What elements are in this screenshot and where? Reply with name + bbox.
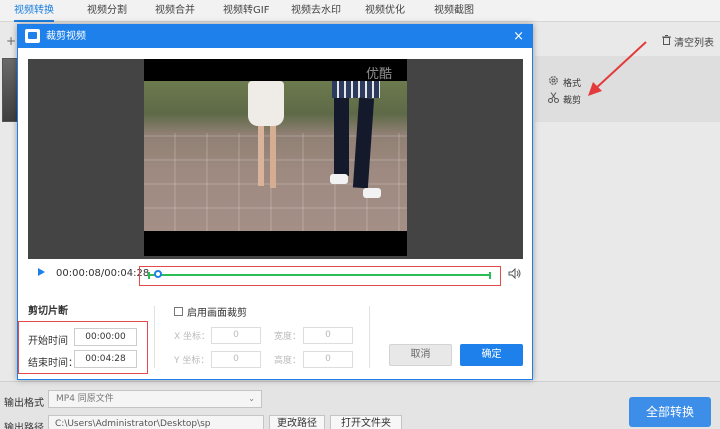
crop-option-label: 裁剪: [563, 95, 582, 106]
cut-time-group: 开始时间 00:00:00 结束时间： 00:04:28: [18, 321, 148, 374]
video-icon: [25, 29, 40, 43]
start-time-label: 开始时间: [28, 336, 68, 347]
dialog-title-bar: 裁剪视频 ×: [18, 25, 532, 48]
trim-start-handle[interactable]: [148, 272, 150, 279]
output-format-value: MP4 同原文件: [56, 394, 114, 404]
trash-icon: [662, 35, 671, 48]
tab-video-merge[interactable]: 视频合并: [155, 0, 195, 22]
video-scene: [144, 81, 407, 231]
convert-all-button[interactable]: 全部转换: [629, 397, 711, 427]
section-divider: [154, 306, 155, 368]
x-coord-label: X 坐标：: [174, 332, 211, 342]
video-watermark: 优酷: [366, 67, 393, 82]
cancel-button[interactable]: 取消: [389, 344, 452, 366]
change-path-button[interactable]: 更改路径: [269, 415, 325, 429]
clear-list-button[interactable]: 清空列表: [662, 34, 714, 49]
end-time-input[interactable]: 00:04:28: [74, 350, 137, 368]
end-time-label: 结束时间：: [28, 358, 78, 369]
cut-section-title: 剪切片断: [28, 306, 68, 317]
output-format-label: 输出格式: [4, 398, 44, 409]
start-time-input[interactable]: 00:00:00: [74, 328, 137, 346]
output-settings-bar: 输出格式 MP4 同原文件 ⌄ 输出路径 C:\Users\Administra…: [0, 381, 720, 429]
format-option-label: 格式: [563, 78, 582, 89]
y-coord-input[interactable]: 0: [211, 351, 261, 368]
video-frame: 优酷: [144, 59, 407, 256]
x-coord-input[interactable]: 0: [211, 327, 261, 344]
trim-track[interactable]: [148, 274, 491, 276]
chevron-down-icon: ⌄: [248, 394, 255, 403]
crop-option[interactable]: 裁剪: [548, 92, 581, 106]
scissors-icon: [548, 92, 559, 106]
output-format-select[interactable]: MP4 同原文件 ⌄: [48, 390, 262, 408]
width-input[interactable]: 0: [303, 327, 353, 344]
enable-crop-checkbox[interactable]: 启用画面裁剪: [174, 304, 247, 319]
volume-icon[interactable]: [508, 268, 521, 279]
output-path-label: 输出路径: [4, 423, 44, 429]
tab-video-convert[interactable]: 视频转换: [14, 0, 54, 22]
enable-crop-label: 启用画面裁剪: [187, 308, 247, 319]
playhead-handle[interactable]: [154, 270, 163, 278]
tab-video-remove-watermark[interactable]: 视频去水印: [291, 0, 341, 22]
clear-list-label: 清空列表: [674, 38, 714, 49]
crop-video-dialog: 裁剪视频 × 优酷 00:00:08/00:04:28 剪切片断 开始时间 00…: [17, 24, 533, 380]
timecode: 00:00:08/00:04:28: [56, 268, 150, 279]
ok-button[interactable]: 确定: [460, 344, 523, 366]
add-file-icon[interactable]: +: [6, 34, 16, 48]
feature-tab-bar: 视频转换 视频分割 视频合并 视频转GIF 视频去水印 视频优化 视频截图: [0, 0, 720, 22]
format-option[interactable]: 格式: [548, 75, 581, 89]
tab-video-optimize[interactable]: 视频优化: [365, 0, 405, 22]
player-controls: 00:00:08/00:04:28: [28, 259, 523, 289]
tab-video-split[interactable]: 视频分割: [87, 0, 127, 22]
height-input[interactable]: 0: [303, 351, 353, 368]
tab-video-to-gif[interactable]: 视频转GIF: [223, 0, 269, 22]
gear-icon: [548, 75, 559, 89]
output-path-field[interactable]: C:\Users\Administrator\Desktop\sp: [48, 415, 264, 429]
play-icon[interactable]: [38, 268, 45, 276]
trim-end-handle[interactable]: [489, 272, 491, 279]
width-label: 宽度：: [274, 332, 302, 342]
checkbox-box: [174, 307, 183, 316]
section-divider: [369, 306, 370, 368]
open-folder-button[interactable]: 打开文件夹: [330, 415, 402, 429]
red-arrow-annotation: [588, 41, 647, 96]
close-icon[interactable]: ×: [513, 25, 524, 48]
y-coord-label: Y 坐标：: [174, 356, 210, 366]
tab-video-screenshot[interactable]: 视频截图: [434, 0, 474, 22]
dialog-title: 裁剪视频: [46, 31, 86, 42]
height-label: 高度：: [274, 356, 302, 366]
trim-range-highlight: [139, 266, 501, 286]
video-preview: 优酷: [28, 59, 523, 282]
